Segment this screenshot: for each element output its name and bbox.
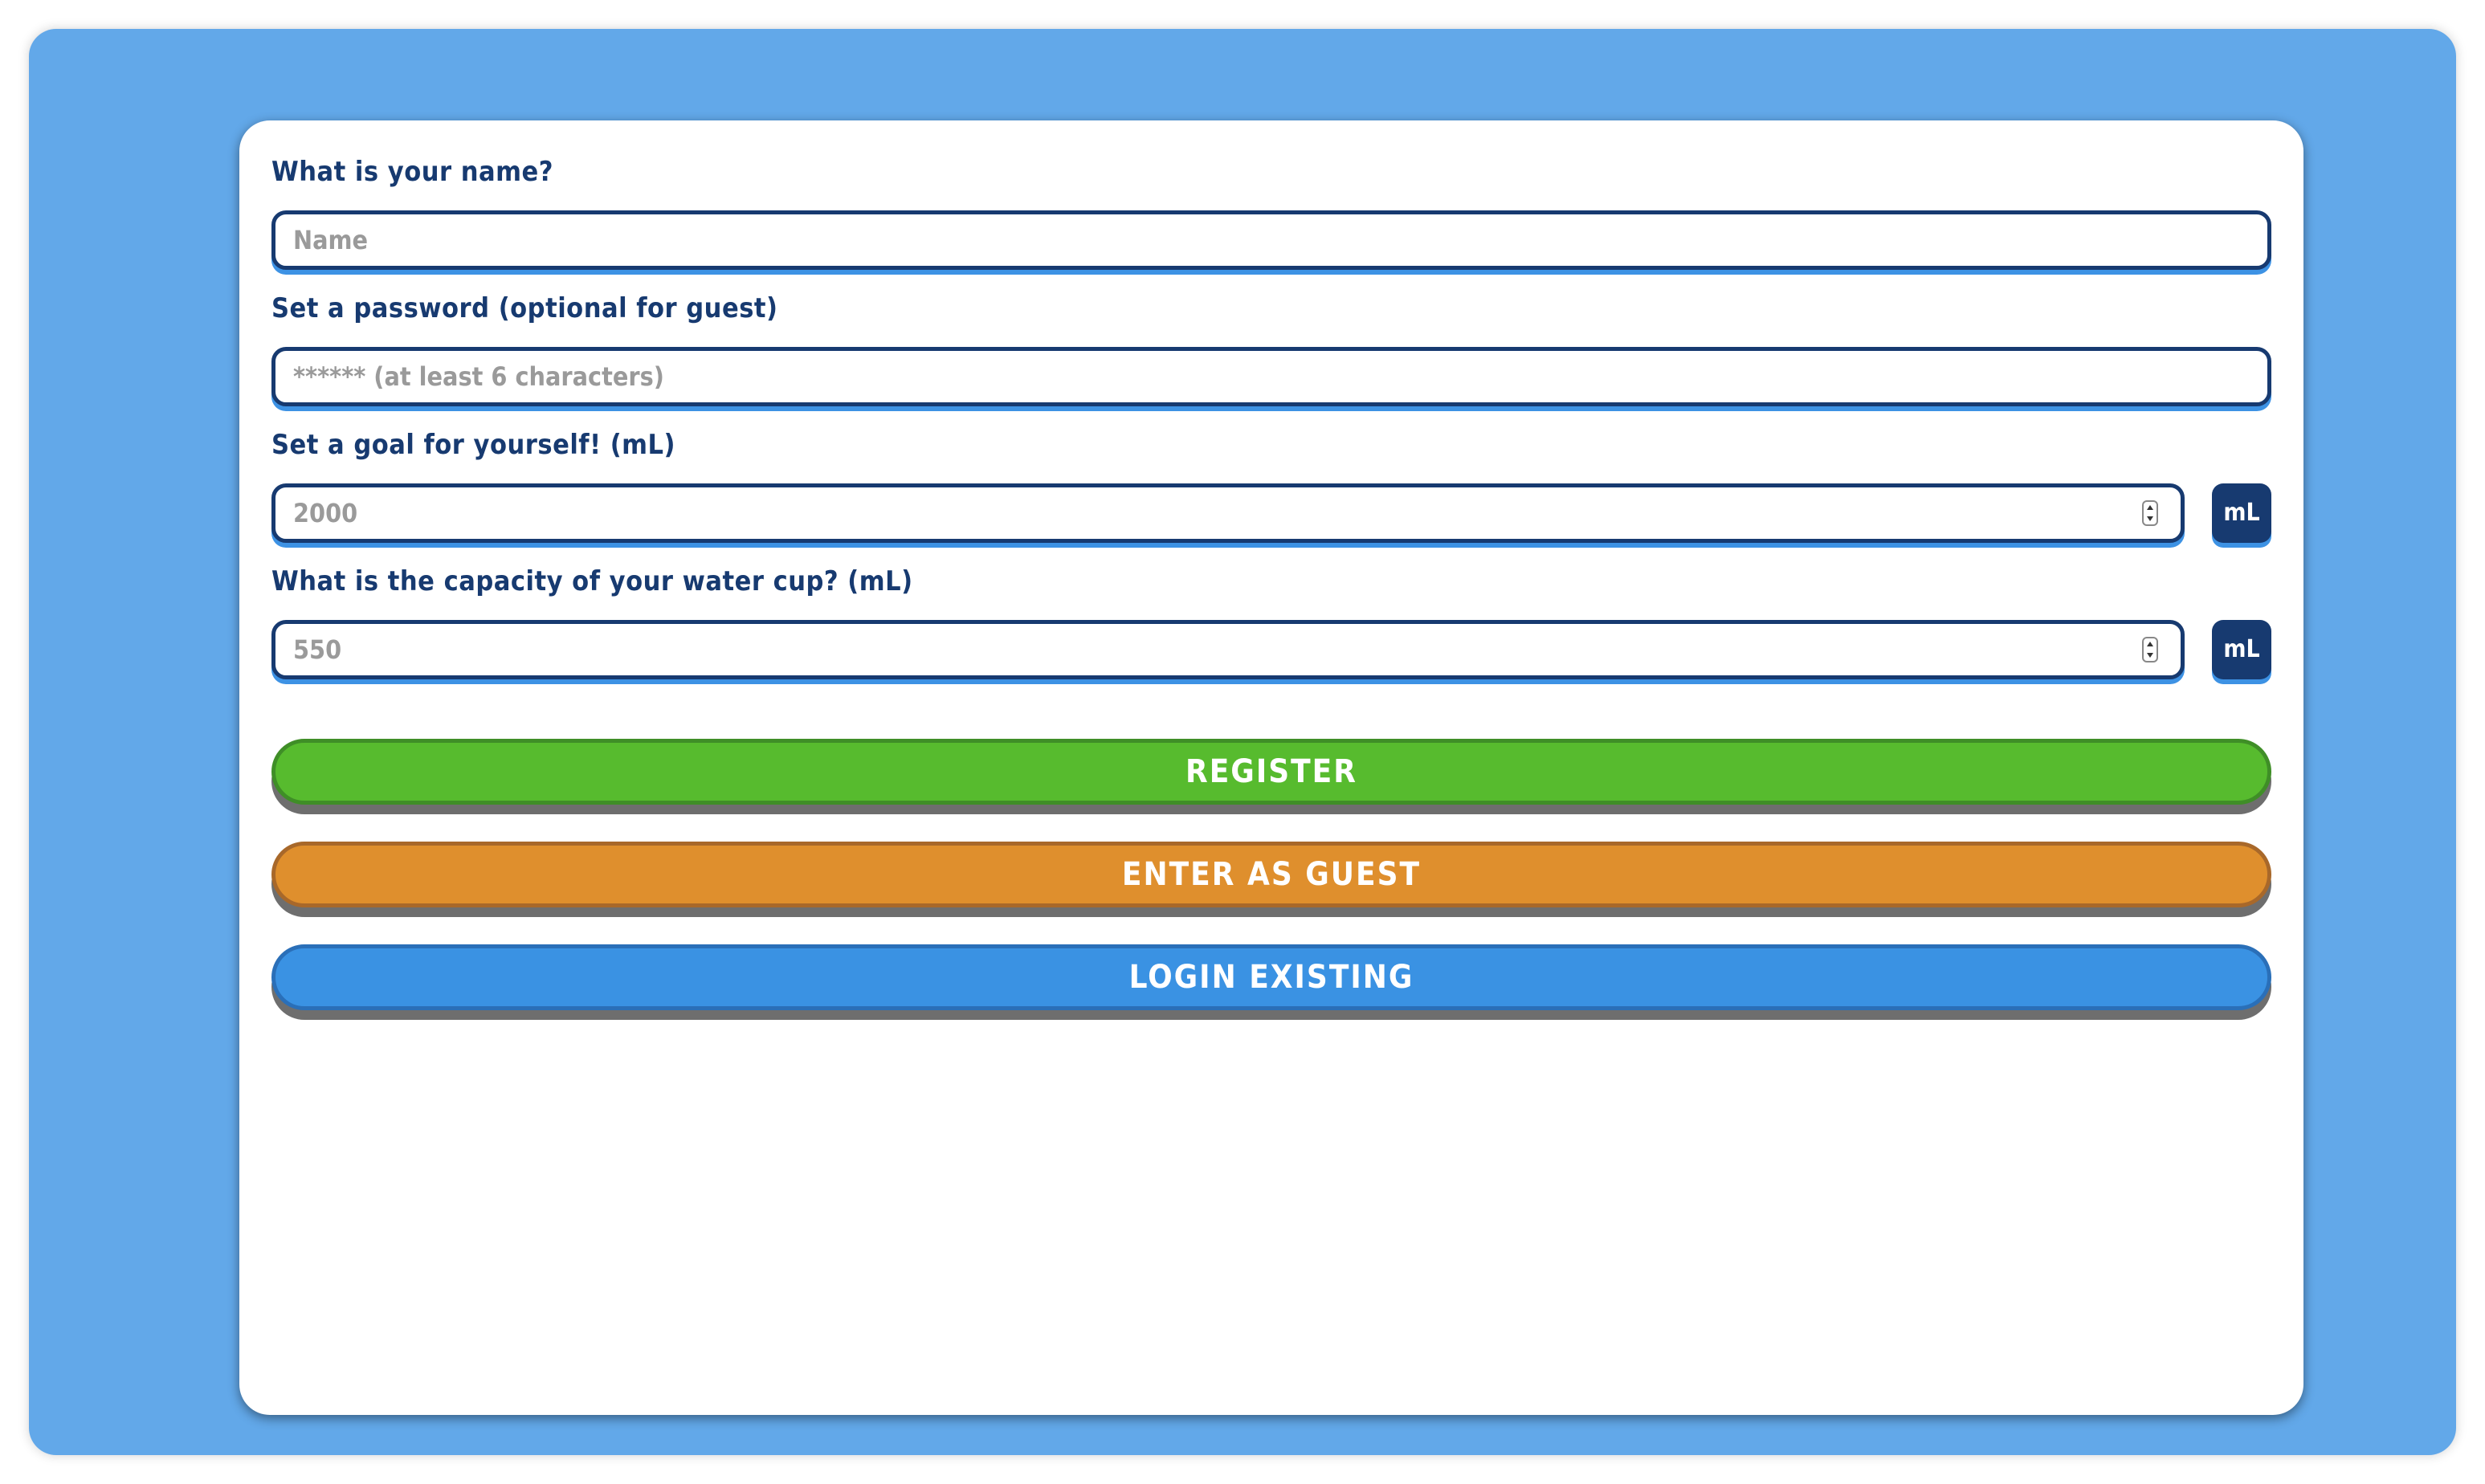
goal-input[interactable]: 2000 xyxy=(271,483,2185,543)
chevron-up-icon[interactable] xyxy=(2147,642,2153,646)
chevron-down-icon[interactable] xyxy=(2147,653,2153,658)
register-button[interactable]: REGISTER xyxy=(271,739,2271,805)
password-label: Set a password (optional for guest) xyxy=(271,292,778,324)
goal-value: 2000 xyxy=(293,498,358,528)
cup-capacity-stepper[interactable] xyxy=(2142,637,2158,662)
password-input[interactable]: ****** (at least 6 characters) xyxy=(271,347,2271,406)
registration-card: What is your name? Name Set a password (… xyxy=(239,120,2303,1415)
login-existing-button[interactable]: LOGIN EXISTING xyxy=(271,944,2271,1010)
goal-label: Set a goal for yourself! (mL) xyxy=(271,429,676,461)
cup-capacity-input[interactable]: 550 xyxy=(271,620,2185,679)
goal-unit-badge: mL xyxy=(2212,483,2271,543)
chevron-up-icon[interactable] xyxy=(2147,505,2153,510)
cup-unit-badge: mL xyxy=(2212,620,2271,679)
name-input[interactable]: Name xyxy=(271,210,2271,270)
goal-stepper[interactable] xyxy=(2142,500,2158,526)
enter-as-guest-button[interactable]: ENTER AS GUEST xyxy=(271,842,2271,907)
name-placeholder: Name xyxy=(293,225,369,255)
chevron-down-icon[interactable] xyxy=(2147,516,2153,521)
name-label: What is your name? xyxy=(271,156,554,188)
app-background: What is your name? Name Set a password (… xyxy=(29,29,2456,1455)
password-placeholder: ****** (at least 6 characters) xyxy=(293,361,664,392)
cup-capacity-label: What is the capacity of your water cup? … xyxy=(271,565,913,597)
cup-capacity-value: 550 xyxy=(293,634,342,665)
